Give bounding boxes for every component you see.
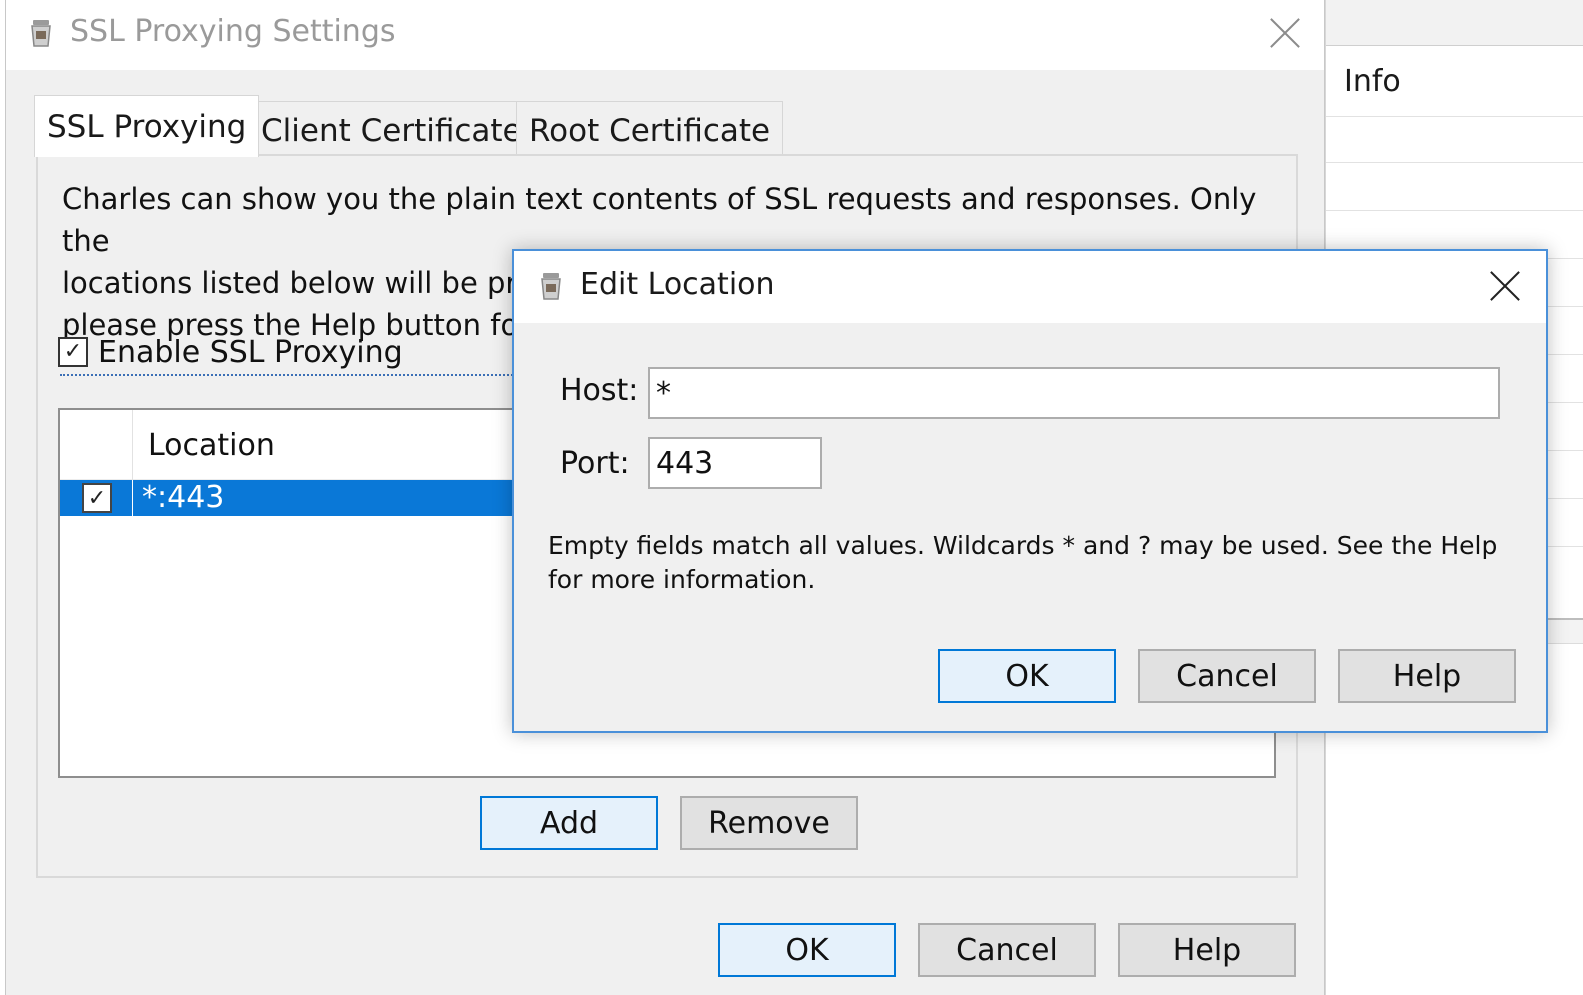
focus-indicator: [60, 374, 540, 376]
row-divider: [1326, 210, 1583, 211]
cancel-button[interactable]: Cancel: [1138, 649, 1316, 703]
column-separator: [132, 410, 133, 480]
enable-ssl-proxying-label: Enable SSL Proxying: [98, 334, 403, 370]
help-button[interactable]: Help: [1338, 649, 1516, 703]
edit-dialog-title: Edit Location: [580, 267, 775, 302]
tab-label: Client Certificates: [261, 112, 538, 149]
main-dialog-titlebar[interactable]: SSL Proxying Settings: [6, 0, 1324, 70]
row-divider: [1326, 162, 1583, 163]
checkmark-icon[interactable]: ✓: [82, 483, 112, 513]
tab-root-certificate[interactable]: Root Certificate: [516, 101, 784, 159]
wildcard-hint: Empty fields match all values. Wildcards…: [548, 531, 1498, 594]
enable-ssl-proxying-checkbox[interactable]: ✓ Enable SSL Proxying: [58, 332, 403, 372]
tab-label: SSL Proxying: [47, 108, 247, 145]
host-label: Host:: [560, 373, 639, 408]
edit-location-dialog: Edit Location Host: Port: Empty fields m…: [512, 249, 1548, 733]
main-dialog-title: SSL Proxying Settings: [70, 14, 396, 49]
background-app-toolbar: [1326, 0, 1583, 46]
ok-button[interactable]: OK: [938, 649, 1116, 703]
charles-jar-icon: [31, 20, 51, 47]
tab-label: Root Certificate: [529, 112, 771, 149]
close-icon[interactable]: [1268, 16, 1302, 50]
cancel-button[interactable]: Cancel: [918, 923, 1096, 977]
tab-client-certificates[interactable]: Client Certificates: [248, 101, 551, 159]
add-button[interactable]: Add: [480, 796, 658, 850]
tab-ssl-proxying[interactable]: SSL Proxying: [34, 95, 260, 157]
charles-jar-icon: [541, 273, 561, 300]
checkmark-icon[interactable]: ✓: [58, 337, 88, 367]
edit-dialog-titlebar[interactable]: Edit Location: [514, 251, 1546, 323]
port-label: Port:: [560, 446, 630, 481]
port-input[interactable]: [648, 437, 822, 489]
help-button[interactable]: Help: [1118, 923, 1296, 977]
ok-button[interactable]: OK: [718, 923, 896, 977]
host-input[interactable]: [648, 367, 1500, 419]
remove-button[interactable]: Remove: [680, 796, 858, 850]
info-column-header[interactable]: Info: [1344, 64, 1401, 99]
location-cell: *:443: [142, 480, 225, 515]
location-column-header[interactable]: Location: [148, 428, 275, 463]
column-separator: [132, 480, 133, 516]
row-divider: [1326, 116, 1583, 117]
close-icon[interactable]: [1488, 269, 1522, 303]
